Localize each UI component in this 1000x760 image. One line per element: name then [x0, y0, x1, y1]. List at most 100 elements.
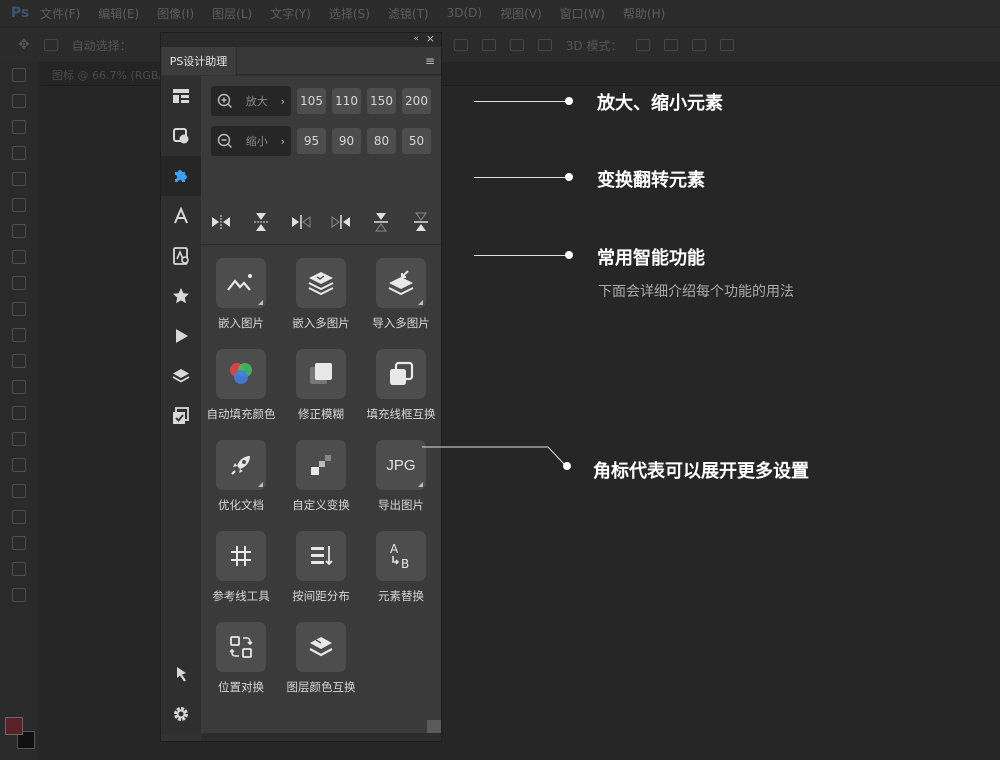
zoom-out-preset[interactable]: 80	[367, 128, 396, 154]
sidebar-item-text[interactable]	[161, 196, 201, 236]
menu-type[interactable]: 文字(Y)	[270, 5, 311, 22]
distribute-icon[interactable]	[481, 39, 496, 51]
tile-label: 修正模糊	[298, 407, 344, 421]
panel-tab-title[interactable]: PS设计助理	[161, 47, 237, 75]
flip-vertical-icon[interactable]	[249, 212, 273, 232]
menu-help[interactable]: 帮助(H)	[623, 5, 665, 22]
menu-window[interactable]: 窗口(W)	[560, 5, 605, 22]
sidebar-item-layout[interactable]	[161, 76, 201, 116]
menu-3d[interactable]: 3D(D)	[447, 6, 482, 20]
sidebar-item-layers[interactable]	[161, 356, 201, 396]
foreground-color-swatch[interactable]	[5, 717, 23, 735]
menu-select[interactable]: 选择(S)	[329, 5, 370, 22]
tile-embed-image[interactable]: 嵌入图片	[201, 258, 281, 331]
path-select-tool[interactable]	[0, 478, 38, 504]
tile-position-swap[interactable]: 位置对换	[201, 622, 281, 695]
menu-image[interactable]: 图像(I)	[157, 5, 194, 22]
tile-fix-blur[interactable]: 修正模糊	[281, 349, 361, 422]
close-icon[interactable]: ×	[426, 32, 435, 45]
align-bottom-arrow-icon[interactable]	[369, 212, 393, 232]
tile-element-swap[interactable]: AB 元素替换	[361, 531, 441, 604]
marquee-tool[interactable]	[0, 88, 38, 114]
magic-wand-tool[interactable]	[0, 140, 38, 166]
history-brush-tool[interactable]	[0, 296, 38, 322]
tile-label: 自动填充颜色	[206, 407, 276, 421]
zoom-in-label: 放大	[245, 95, 268, 108]
jpg-icon-text: JPG	[386, 456, 416, 474]
tile-custom-transform[interactable]: 自定义变换	[281, 440, 361, 513]
zoom-in-preset[interactable]: 105	[297, 88, 326, 114]
stamp-tool[interactable]	[0, 270, 38, 296]
tile-fill-stroke-swap[interactable]: 填充线框互换	[361, 349, 441, 422]
3d-pan-icon[interactable]	[692, 39, 707, 51]
panel-scrollbar[interactable]	[201, 733, 441, 741]
move-tool[interactable]	[0, 62, 38, 88]
panel-titlebar[interactable]: « ×	[161, 32, 441, 47]
more-tools[interactable]	[0, 582, 38, 608]
tile-import-multi-images[interactable]: 导入多图片	[361, 258, 441, 331]
sidebar-item-plugins[interactable]	[161, 156, 201, 196]
move-tool-icon[interactable]: ✥	[18, 37, 30, 53]
crop-tool[interactable]	[0, 166, 38, 192]
distribute-icon[interactable]	[509, 39, 524, 51]
type-tool[interactable]	[0, 452, 38, 478]
sidebar-item-font-search[interactable]	[161, 236, 201, 276]
distribute-icon[interactable]	[453, 39, 468, 51]
panel-menu-icon[interactable]: ≡	[425, 54, 435, 68]
sidebar-item-pin[interactable]	[161, 654, 201, 694]
hand-tool[interactable]	[0, 530, 38, 556]
menu-filter[interactable]: 滤镜(T)	[388, 5, 429, 22]
3d-slide-icon[interactable]	[720, 39, 735, 51]
blur-tool[interactable]	[0, 374, 38, 400]
align-right-arrow-icon[interactable]	[289, 212, 313, 232]
zoom-out-button[interactable]: 缩小 ›	[211, 126, 291, 156]
3d-roll-icon[interactable]	[664, 39, 679, 51]
brush-tool[interactable]	[0, 244, 38, 270]
tile-distribute-spacing[interactable]: 按间距分布	[281, 531, 361, 604]
annotation-zoom: 放大、缩小元素	[597, 93, 723, 114]
shape-tool[interactable]	[0, 504, 38, 530]
lasso-tool[interactable]	[0, 114, 38, 140]
flip-horizontal-icon[interactable]	[209, 212, 233, 232]
zoom-in-preset[interactable]: 110	[332, 88, 361, 114]
zoom-tool[interactable]	[0, 556, 38, 582]
pen-tool[interactable]	[0, 426, 38, 452]
zoom-out-preset[interactable]: 50	[402, 128, 431, 154]
color-swatches[interactable]	[5, 717, 35, 751]
tile-guides-tool[interactable]: 参考线工具	[201, 531, 281, 604]
sidebar-item-settings[interactable]	[161, 694, 201, 734]
menu-view[interactable]: 视图(V)	[500, 5, 542, 22]
healing-tool[interactable]	[0, 218, 38, 244]
collapse-icon[interactable]: «	[413, 34, 419, 44]
eraser-tool[interactable]	[0, 322, 38, 348]
panel-sidebar	[161, 76, 201, 734]
zoom-out-row: 缩小 › 95 90 80 50	[211, 126, 431, 156]
sidebar-item-actions[interactable]	[161, 316, 201, 356]
resize-grip[interactable]	[427, 720, 441, 734]
dodge-tool[interactable]	[0, 400, 38, 426]
tile-layer-color-swap[interactable]: 图层颜色互换	[281, 622, 361, 695]
tile-auto-fill-color[interactable]: 自动填充颜色	[201, 349, 281, 422]
sidebar-item-shapes[interactable]	[161, 116, 201, 156]
zoom-out-preset[interactable]: 95	[297, 128, 326, 154]
align-left-arrow-icon[interactable]	[329, 212, 353, 232]
menu-layer[interactable]: 图层(L)	[212, 5, 252, 22]
sidebar-item-checklist[interactable]	[161, 396, 201, 436]
auto-select-checkbox[interactable]	[43, 39, 58, 51]
zoom-out-preset[interactable]: 90	[332, 128, 361, 154]
3d-orbit-icon[interactable]	[636, 39, 651, 51]
gradient-tool[interactable]	[0, 348, 38, 374]
zoom-in-preset[interactable]: 200	[402, 88, 431, 114]
text-icon	[174, 206, 188, 224]
zoom-in-button[interactable]: 放大 ›	[211, 86, 291, 116]
flip-toolbar	[201, 212, 441, 232]
tile-optimize-document[interactable]: 优化文档	[201, 440, 281, 513]
menu-file[interactable]: 文件(F)	[40, 5, 80, 22]
distribute-icon[interactable]	[537, 39, 552, 51]
tile-embed-multi-images[interactable]: 嵌入多图片	[281, 258, 361, 331]
align-top-arrow-icon[interactable]	[409, 212, 433, 232]
menu-edit[interactable]: 编辑(E)	[98, 5, 139, 22]
eyedropper-tool[interactable]	[0, 192, 38, 218]
sidebar-item-favorites[interactable]	[161, 276, 201, 316]
zoom-in-preset[interactable]: 150	[367, 88, 396, 114]
